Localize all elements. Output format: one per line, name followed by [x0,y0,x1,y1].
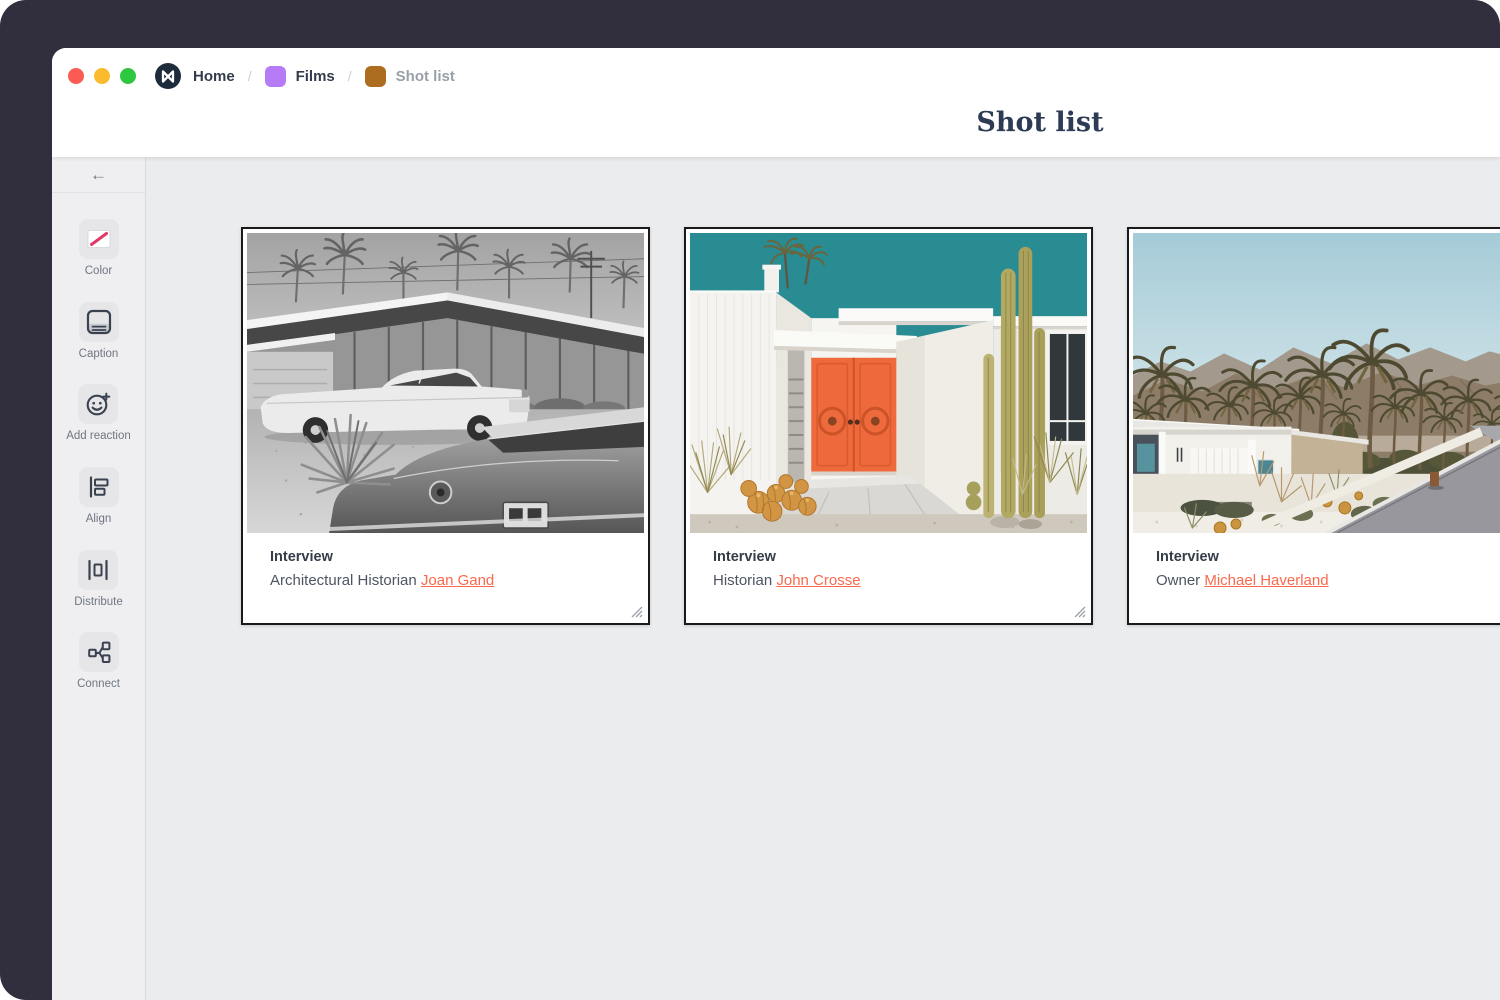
breadcrumb-shot-list[interactable]: Shot list [396,68,455,85]
collapse-sidebar-button[interactable]: ← [52,157,145,193]
connect-icon [86,639,112,665]
breadcrumb: Home / Films / Shot list [68,63,455,89]
tool-label: Add reaction [66,430,131,443]
caption-tool-button[interactable]: Caption [79,302,119,361]
card-subtitle: Architectural Historian Joan Gand [270,572,626,589]
breadcrumb-separator: / [348,68,352,84]
card-title: Interview [713,549,1069,565]
titlebar: Home / Films / Shot list Shot list [52,48,1500,157]
card-photo-orange-door [690,233,1087,533]
connect-tool-button[interactable]: Connect [77,632,120,691]
minimize-window-button[interactable] [94,68,110,84]
color-icon [86,226,112,252]
tool-label: Caption [79,348,119,361]
resize-handle[interactable] [1073,605,1086,618]
tool-label: Align [86,513,112,526]
add-reaction-icon [85,391,111,417]
shot-list-board-icon[interactable] [365,66,386,87]
person-link[interactable]: Joan Gand [421,572,494,589]
caption-icon [86,309,112,335]
card-photo-palm-springs-street [1133,233,1500,533]
app-window: Home / Films / Shot list Shot list ← Col… [52,48,1500,1000]
align-tool-button[interactable]: Align [79,467,119,526]
add-reaction-tool-button[interactable]: Add reaction [66,384,131,443]
card-title: Interview [1156,549,1500,565]
card-caption: Interview Architectural Historian Joan G… [243,533,648,623]
person-link[interactable]: John Crosse [776,572,860,589]
card-title: Interview [270,549,626,565]
breadcrumb-films[interactable]: Films [296,68,335,85]
shot-card-john-crosse[interactable]: Interview Historian John Crosse [684,227,1093,625]
films-board-icon[interactable] [265,66,286,87]
distribute-icon [85,557,111,583]
tool-label: Connect [77,678,120,691]
shot-card-joan-gand[interactable]: Interview Architectural Historian Joan G… [241,227,650,625]
card-subtitle: Owner Michael Haverland [1156,572,1500,589]
resize-handle[interactable] [630,605,643,618]
card-caption: Interview Historian John Crosse [686,533,1091,623]
person-link[interactable]: Michael Haverland [1204,572,1328,589]
close-window-button[interactable] [68,68,84,84]
breadcrumb-separator: / [248,68,252,84]
align-icon [86,474,112,500]
card-photo-bw-house-cars [247,233,644,533]
distribute-tool-button[interactable]: Distribute [74,550,123,609]
color-tool-button[interactable]: Color [79,219,119,278]
breadcrumb-home[interactable]: Home [193,68,235,85]
tool-label: Distribute [74,596,123,609]
milanote-logo-icon[interactable] [155,63,181,89]
tool-sidebar: ← Color Caption [52,157,146,1000]
card-subtitle: Historian John Crosse [713,572,1069,589]
zoom-window-button[interactable] [120,68,136,84]
card-caption: Interview Owner Michael Haverland [1129,533,1500,623]
tool-label: Color [85,265,112,278]
shot-card-michael-haverland[interactable]: Interview Owner Michael Haverland [1127,227,1500,625]
board-title[interactable]: Shot list [976,107,1103,138]
